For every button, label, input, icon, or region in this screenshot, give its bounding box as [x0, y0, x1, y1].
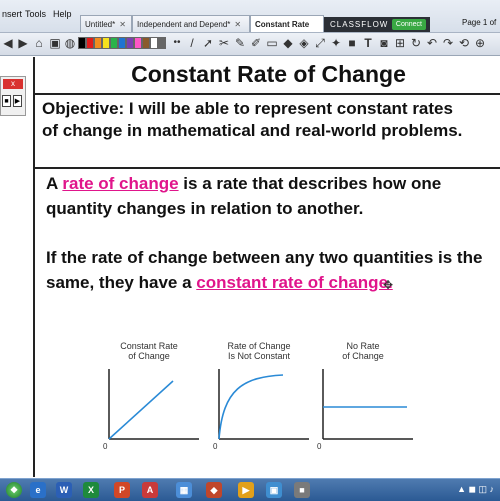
tools-icon[interactable]: ✂: [217, 36, 231, 50]
flipchart-page: Constant Rate of Change Objective: I wil…: [33, 57, 500, 477]
globe-icon[interactable]: ◍: [63, 36, 77, 50]
rate-of-change-term: rate of change: [62, 174, 179, 193]
page-indicator: Page 1 of: [462, 18, 497, 27]
color-swatch[interactable]: [126, 37, 134, 49]
start-button-icon[interactable]: ❖: [6, 482, 22, 498]
constant-rate-paragraph: If the rate of change between any two qu…: [46, 245, 496, 295]
color-fill-icon[interactable]: ■: [345, 36, 359, 50]
powerpoint-icon[interactable]: P: [114, 482, 130, 498]
definition-prefix: A: [46, 174, 63, 193]
move-cursor-icon: ✥: [383, 278, 394, 292]
excel-icon[interactable]: X: [83, 482, 99, 498]
shape-icon[interactable]: ◆: [281, 36, 295, 50]
undo-all-icon[interactable]: ⟲: [457, 36, 471, 50]
tab-label: Untitled*: [85, 20, 116, 29]
color-swatch[interactable]: [102, 37, 110, 49]
redo-icon[interactable]: ↷: [441, 36, 455, 50]
color-swatch[interactable]: [150, 37, 158, 49]
constant-rate-term: constant rate of change.: [196, 273, 393, 292]
window-icon[interactable]: ▣: [266, 482, 282, 498]
tab-independent-dependent[interactable]: Independent and Depend* ✕: [132, 15, 250, 32]
graph-origin-label: 0: [103, 442, 108, 451]
graph-label-line1: No Rate: [346, 341, 379, 351]
tab-untitled[interactable]: Untitled* ✕: [80, 15, 132, 32]
camera-icon[interactable]: ◙: [377, 36, 391, 50]
graph-label-line2: of Change: [128, 351, 170, 361]
highlighter-icon[interactable]: ✐: [249, 36, 263, 50]
toolbar: ◀ ▶ ⌂ ▣ ◍ •• / ➚ ✂ ✎ ✐ ▭ ◆ ◈ ⤢ ✦ ■ T ◙ ⊞…: [0, 33, 500, 56]
classflow-bar: CLASSFLOW Connect: [324, 17, 430, 32]
explorer-icon[interactable]: ▦: [176, 482, 192, 498]
zoom-icon[interactable]: ⊕: [473, 36, 487, 50]
rate-of-change-graphs: Constant Rateof Change0Rate of ChangeIs …: [103, 341, 413, 451]
page-title: Constant Rate of Change: [131, 61, 406, 87]
color-swatch[interactable]: [86, 37, 94, 49]
color-swatch[interactable]: [134, 37, 142, 49]
color-swatch[interactable]: [158, 37, 166, 49]
close-icon[interactable]: x: [3, 79, 23, 89]
graph-label-line1: Constant Rate: [120, 341, 178, 351]
stop-icon[interactable]: ■: [2, 95, 11, 107]
color-swatch[interactable]: [94, 37, 102, 49]
title-row: Constant Rate of Change: [35, 57, 500, 95]
magic-pen-icon[interactable]: ✦: [329, 36, 343, 50]
menu-help[interactable]: Help: [53, 9, 72, 19]
graph-label-line1: Rate of Change: [227, 341, 290, 351]
connector-icon[interactable]: ⤢: [313, 36, 327, 50]
color-swatch[interactable]: [118, 37, 126, 49]
app-icon[interactable]: ■: [294, 482, 310, 498]
objective-box: Objective: I will be able to represent c…: [35, 95, 500, 169]
definition-paragraph: A rate of change is a rate that describe…: [46, 171, 496, 221]
fill-icon[interactable]: ◈: [297, 36, 311, 50]
classflow-logo: CLASSFLOW: [330, 20, 389, 29]
line-icon[interactable]: /: [185, 36, 199, 50]
pen-width-icon[interactable]: ••: [170, 36, 184, 50]
graph-label-line2: of Change: [342, 351, 384, 361]
color-swatch[interactable]: [142, 37, 150, 49]
close-icon[interactable]: ✕: [234, 20, 241, 29]
objective-text: Objective: I will be able to represent c…: [42, 99, 463, 140]
eraser-icon[interactable]: ▭: [265, 36, 279, 50]
graph-curve: [218, 374, 284, 440]
text-icon[interactable]: T: [361, 36, 375, 50]
play-icon[interactable]: ▶: [13, 95, 22, 107]
refresh-icon[interactable]: ↻: [409, 36, 423, 50]
ie-icon[interactable]: e: [30, 482, 46, 498]
floating-panel: x ■ ▶: [0, 76, 26, 116]
home-icon[interactable]: ⌂: [32, 36, 46, 50]
tab-constant-rate[interactable]: Constant Rate: [250, 15, 324, 32]
folder-icon[interactable]: ▣: [48, 36, 62, 50]
arrow-left-icon[interactable]: ◀: [1, 36, 15, 50]
color-swatch[interactable]: [78, 37, 86, 49]
activinspire-icon[interactable]: ◆: [206, 482, 222, 498]
pen-icon[interactable]: ✎: [233, 36, 247, 50]
tab-label: Constant Rate: [255, 20, 310, 29]
graph-curve: [108, 380, 174, 440]
menu-bar: nsert Tools Help Untitled* ✕ Independent …: [0, 0, 500, 33]
graph-origin-label: 0: [213, 442, 218, 451]
word-icon[interactable]: W: [56, 482, 72, 498]
media-icon[interactable]: ▶: [238, 482, 254, 498]
graph-label-line2: Is Not Constant: [228, 351, 291, 361]
taskbar: ❖ e W X P A ▦ ◆ ▶ ▣ ■ ▲ ◼ ◫ ♪: [0, 478, 500, 501]
system-tray: ▲ ◼ ◫ ♪: [457, 484, 494, 494]
arrow-right-icon[interactable]: ▶: [16, 36, 30, 50]
connect-button[interactable]: Connect: [391, 19, 426, 30]
acrobat-icon[interactable]: A: [142, 482, 158, 498]
menu-tools[interactable]: Tools: [25, 9, 46, 19]
color-swatch[interactable]: [110, 37, 118, 49]
menu-insert[interactable]: nsert: [2, 9, 22, 19]
close-icon[interactable]: ✕: [119, 20, 126, 29]
undo-icon[interactable]: ↶: [425, 36, 439, 50]
grid-icon[interactable]: ⊞: [393, 36, 407, 50]
tab-label: Independent and Depend*: [137, 20, 231, 29]
graph-origin-label: 0: [317, 442, 322, 451]
select-arrow-icon[interactable]: ➚: [201, 36, 215, 50]
